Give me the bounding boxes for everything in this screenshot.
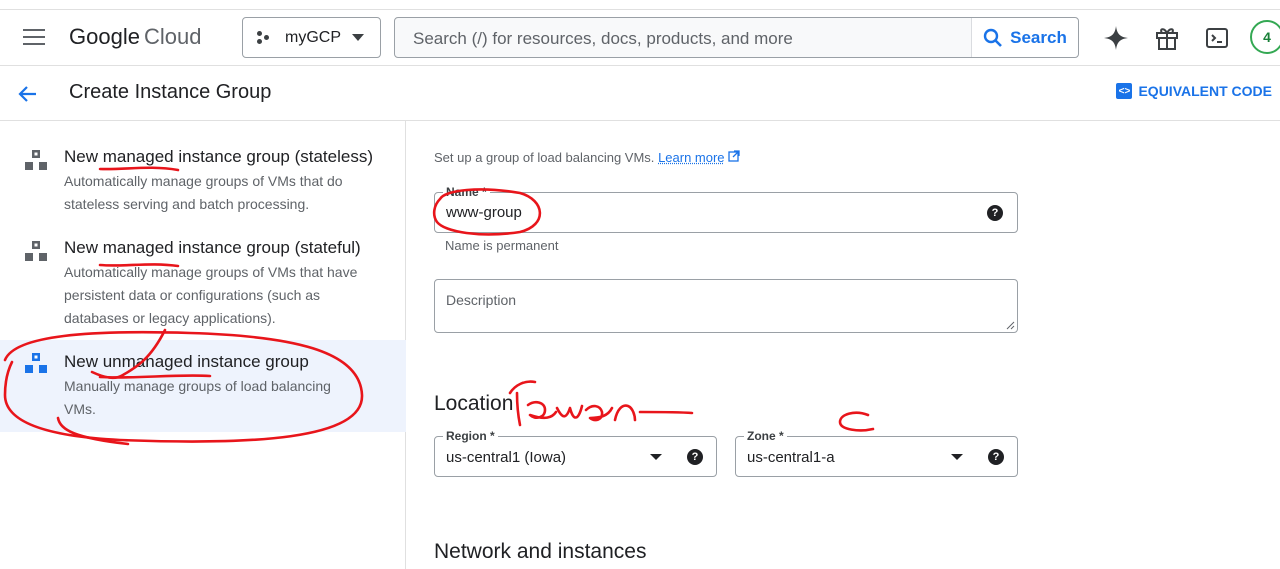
zone-label: Zone * (744, 429, 787, 443)
form-panel: Set up a group of load balancing VMs. Le… (407, 121, 1280, 569)
option-desc-line: Automatically manage groups of VMs that … (64, 264, 358, 280)
name-hint: Name is permanent (445, 238, 559, 253)
learn-more-label: Learn more (658, 150, 725, 165)
region-select[interactable]: Region * us-central1 (Iowa) ? (434, 429, 717, 477)
location-heading: Location (434, 392, 514, 415)
page-header: Create Instance Group <> EQUIVALENT CODE (0, 66, 1280, 121)
group-type-list: New managed instance group (stateless) A… (0, 121, 406, 569)
search-icon (983, 28, 1003, 47)
avatar-badge: 4 (1263, 29, 1271, 45)
zone-select[interactable]: Zone * us-central1-a ? (735, 429, 1018, 477)
search-input[interactable]: Search (/) for resources, docs, products… (413, 29, 793, 49)
option-managed-stateless[interactable]: New managed instance group (stateless) A… (0, 147, 406, 216)
project-name: myGCP (285, 28, 341, 46)
option-unmanaged[interactable]: New unmanaged instance group Manually ma… (0, 340, 406, 432)
project-icon (257, 30, 271, 45)
search-button-label: Search (1010, 27, 1067, 47)
external-link-icon (728, 150, 740, 162)
logo-cloud-text: Cloud (143, 24, 202, 49)
instance-group-icon (25, 241, 47, 261)
region-label: Region * (443, 429, 498, 443)
help-icon[interactable]: ? (987, 205, 1003, 221)
chevron-down-icon (352, 34, 364, 41)
resize-handle-icon[interactable] (1005, 320, 1015, 330)
region-value: us-central1 (Iowa) (446, 449, 567, 466)
chevron-down-icon (650, 454, 662, 460)
option-desc-line: Automatically manage groups of VMs that … (64, 173, 343, 189)
description-field[interactable]: Description (434, 279, 1018, 333)
option-desc-line: stateless serving and batch processing. (64, 196, 310, 212)
network-heading: Network and instances (434, 540, 647, 563)
learn-more-link[interactable]: Learn more (658, 150, 724, 165)
instance-group-icon (25, 353, 47, 373)
menu-icon[interactable] (23, 29, 45, 45)
page-title: Create Instance Group (69, 81, 272, 103)
gift-icon[interactable] (1153, 24, 1181, 52)
option-desc-line: Manually manage groups of load balancing (64, 378, 331, 394)
search-bar[interactable]: Search (/) for resources, docs, products… (394, 17, 1079, 58)
name-field[interactable]: Name * www-group ? (434, 185, 1018, 233)
code-icon: <> (1116, 83, 1133, 99)
option-title: New managed instance group (stateless) (64, 147, 373, 166)
search-button[interactable]: Search (971, 18, 1078, 57)
intro-description: Set up a group of load balancing VMs. (434, 150, 655, 165)
gemini-sparkle-icon[interactable] (1102, 24, 1130, 52)
equivalent-code-label: EQUIVALENT CODE (1138, 83, 1272, 99)
name-label: Name * (443, 185, 490, 199)
help-icon[interactable]: ? (687, 449, 703, 465)
option-title: New unmanaged instance group (64, 352, 309, 371)
back-arrow-icon[interactable] (16, 82, 40, 111)
option-managed-stateful[interactable]: New managed instance group (stateful) Au… (0, 238, 406, 330)
google-cloud-logo[interactable]: Google Cloud (69, 24, 201, 50)
logo-google-text: Google (69, 24, 140, 49)
intro-text: Set up a group of load balancing VMs. Le… (434, 150, 740, 165)
option-desc-line: VMs. (64, 401, 96, 417)
help-icon[interactable]: ? (988, 449, 1004, 465)
zone-value: us-central1-a (747, 449, 835, 466)
chevron-down-icon (951, 454, 963, 460)
project-picker[interactable]: myGCP (242, 17, 381, 58)
option-title: New managed instance group (stateful) (64, 238, 361, 257)
account-avatar[interactable]: 4 (1250, 20, 1280, 54)
description-placeholder: Description (446, 292, 517, 308)
equivalent-code-button[interactable]: <> EQUIVALENT CODE (1116, 83, 1272, 99)
option-desc-line: databases or legacy applications). (64, 310, 276, 326)
option-desc-line: persistent data or configurations (such … (64, 287, 321, 303)
instance-group-icon (25, 150, 47, 170)
top-bar: Google Cloud myGCP Search (/) for resourc… (0, 9, 1280, 66)
cloud-shell-icon[interactable] (1203, 24, 1231, 52)
name-input[interactable]: www-group (446, 204, 522, 221)
